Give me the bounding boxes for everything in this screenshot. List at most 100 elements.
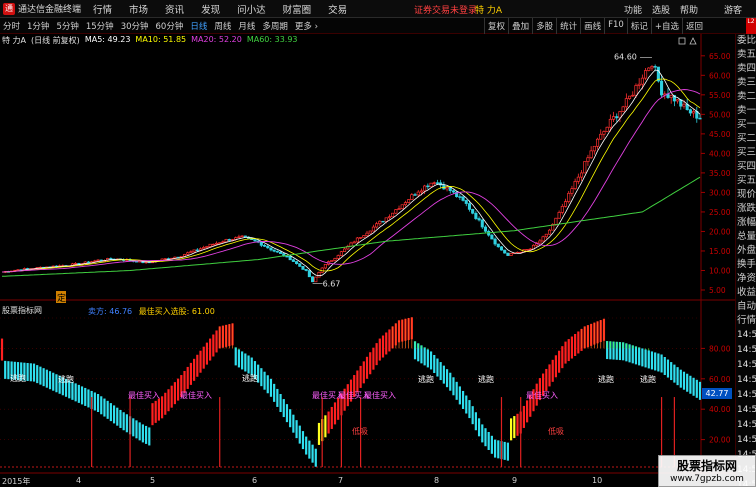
side-item-9[interactable]: 买四: [736, 160, 756, 174]
side-item-20[interactable]: 行情: [736, 314, 756, 328]
candle-body: [624, 98, 628, 108]
side-item-17[interactable]: 净资: [736, 272, 756, 286]
side-item-16[interactable]: 换手: [736, 258, 756, 272]
tool-tongji[interactable]: 统计: [556, 18, 580, 34]
tool-diejia[interactable]: 叠加: [508, 18, 532, 34]
side-item-3[interactable]: 卖三: [736, 76, 756, 90]
indicator-bar: [154, 400, 157, 423]
indicator-bar: [545, 368, 548, 391]
side-item-1[interactable]: 卖五: [736, 48, 756, 62]
menu-shichang[interactable]: 市场: [129, 2, 148, 16]
candle-body: [592, 145, 596, 152]
candle-body: [676, 99, 680, 102]
indicator-bar: [574, 334, 577, 356]
period-multi[interactable]: 多周期: [262, 20, 288, 32]
indicator-bar: [654, 352, 657, 371]
indicator-bar: [484, 428, 487, 447]
indicator-bar: [657, 353, 660, 372]
side-item-7[interactable]: 买二: [736, 132, 756, 146]
price-tick-label: 25.00: [709, 208, 731, 217]
indicator-bar: [381, 335, 385, 358]
candle-body: [579, 172, 584, 178]
tool-zixuan[interactable]: +自选: [650, 18, 682, 34]
indicator-bar: [695, 379, 698, 398]
side-item-13[interactable]: 涨幅: [736, 216, 756, 230]
tool-duogu[interactable]: 多股: [532, 18, 556, 34]
indicator-bar: [362, 361, 365, 384]
candle-body: [237, 236, 241, 238]
side-item-12[interactable]: 涨跌: [736, 202, 756, 216]
guest-user[interactable]: 游客: [724, 3, 742, 16]
candle-body: [557, 212, 561, 219]
indicator-bar: [52, 372, 55, 391]
candle-body: [496, 243, 500, 248]
candle-body: [323, 263, 327, 269]
menu-xuangu[interactable]: 选股: [652, 3, 670, 16]
candle-body: [189, 251, 193, 254]
period-daily[interactable]: 日线: [190, 20, 207, 32]
side-item-0[interactable]: 委比: [736, 34, 756, 48]
menu-gongneng[interactable]: 功能: [624, 3, 642, 16]
side-item-4[interactable]: 卖二: [736, 90, 756, 104]
period-5min[interactable]: 5分钟: [56, 20, 78, 32]
indicator-bar: [551, 359, 554, 382]
app-logo-icon: 通: [3, 2, 15, 15]
legend-period: (日线 前复权): [31, 36, 80, 45]
period-60min[interactable]: 60分钟: [156, 20, 184, 32]
period-more[interactable]: 更多 ›: [295, 20, 318, 32]
period-15min[interactable]: 15分钟: [86, 20, 114, 32]
indicator-bar: [193, 358, 196, 381]
indicator-bar: [634, 346, 638, 365]
taopao-label: 逃跑: [640, 374, 656, 384]
indicator-bar: [237, 349, 241, 368]
menu-zixun[interactable]: 资讯: [165, 2, 184, 16]
side-item-19[interactable]: 自动: [736, 300, 756, 314]
indicator-bar: [301, 431, 305, 450]
indicator-name[interactable]: 股票指标网: [2, 305, 42, 317]
side-item-6[interactable]: 买一: [736, 118, 756, 132]
indicator-bar: [266, 375, 269, 394]
indicator-bar: [289, 409, 292, 428]
date-label: 5: [150, 476, 156, 485]
indicator-values: 卖方: 46.76 最佳买入选股: 61.00: [88, 306, 215, 317]
menu-bangzhu[interactable]: 帮助: [680, 3, 698, 16]
side-item-8[interactable]: 买三: [736, 146, 756, 160]
side-item-11[interactable]: 现价: [736, 188, 756, 202]
candle-body: [202, 247, 206, 250]
side-item-5[interactable]: 卖一: [736, 104, 756, 118]
period-30min[interactable]: 30分钟: [121, 20, 149, 32]
menu-hangqing[interactable]: 行情: [93, 2, 112, 16]
indicator-bar: [71, 381, 74, 400]
period-monthly[interactable]: 月线: [238, 20, 255, 32]
tool-fanhui[interactable]: 返回: [681, 18, 706, 34]
indicator-bar: [148, 427, 151, 446]
indicator-bar: [308, 440, 311, 459]
tool-f10[interactable]: F10: [604, 18, 627, 34]
broker-login-notice[interactable]: 证券交易未登录: [414, 3, 477, 16]
indicator-bar: [433, 354, 436, 373]
watermark-url: www.7gpzb.com: [670, 474, 744, 484]
candle-body: [483, 226, 488, 232]
candle-body: [391, 212, 395, 218]
side-item-15[interactable]: 外盘: [736, 244, 756, 258]
side-item-2[interactable]: 卖四: [736, 62, 756, 76]
menu-caifuquan[interactable]: 财富圈: [283, 2, 312, 16]
period-weekly[interactable]: 周线: [214, 20, 231, 32]
side-item-14[interactable]: 总量: [736, 230, 756, 244]
taopao-label: 逃跑: [242, 373, 258, 383]
indicator-bar: [87, 389, 90, 408]
menu-wenxiaoda[interactable]: 问小达: [237, 2, 266, 16]
indicator-tick-label: 80.00: [709, 344, 731, 353]
period-fenshi[interactable]: 分时: [3, 20, 20, 32]
side-item-18[interactable]: 收益: [736, 286, 756, 300]
level2-badge: L2: [746, 18, 756, 34]
tool-biaoji[interactable]: 标记: [626, 18, 651, 34]
tool-huaxian[interactable]: 画线: [580, 18, 604, 34]
candle-body: [416, 191, 420, 196]
menu-faxian[interactable]: 发现: [201, 2, 220, 16]
period-1min[interactable]: 1分钟: [27, 20, 49, 32]
side-item-10[interactable]: 买五: [736, 174, 756, 188]
tool-fuquan[interactable]: 复权: [484, 18, 508, 34]
menu-jiaoyi[interactable]: 交易: [328, 2, 347, 16]
kline-chart[interactable]: 65.0060.0055.0050.0045.0040.0035.0030.00…: [0, 0, 735, 487]
